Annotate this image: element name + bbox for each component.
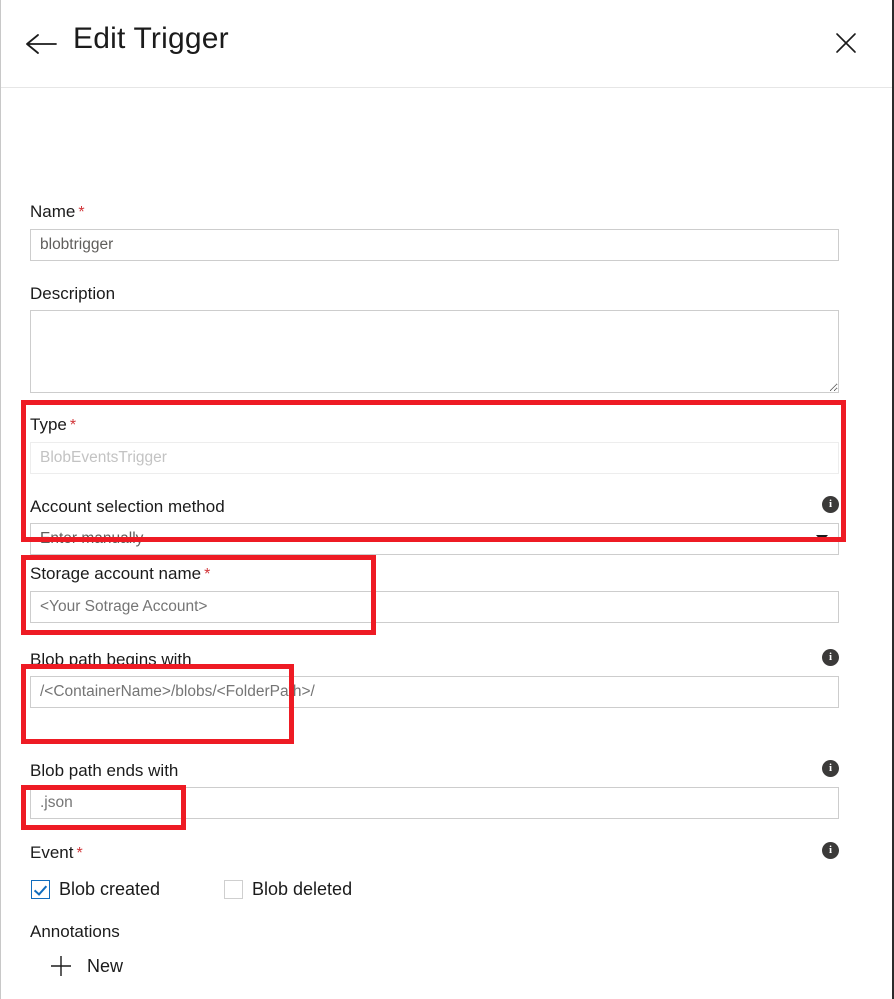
description-textarea[interactable] xyxy=(30,310,839,393)
storage-account-name-input[interactable] xyxy=(30,591,839,623)
account-selection-method-label: Account selection method xyxy=(30,497,225,516)
checkbox-blob-deleted-box[interactable] xyxy=(224,880,243,899)
info-icon[interactable]: i xyxy=(822,496,839,513)
type-input xyxy=(30,442,839,474)
event-label: Event * xyxy=(30,843,83,862)
close-icon[interactable] xyxy=(830,27,862,59)
blob-path-begins-with-input[interactable] xyxy=(30,676,839,708)
event-label-row: Event * i xyxy=(30,842,839,864)
back-arrow-icon[interactable] xyxy=(23,26,59,62)
field-storage-account-name: Storage account name * xyxy=(30,563,839,623)
info-icon[interactable]: i xyxy=(822,649,839,666)
account-selection-method-label-row: Account selection method i xyxy=(30,496,839,518)
blob-path-ends-with-input[interactable] xyxy=(30,787,839,819)
panel-header: Edit Trigger xyxy=(1,0,892,88)
checkbox-blob-created[interactable]: Blob created xyxy=(31,879,160,900)
field-type: Type * xyxy=(30,414,839,474)
info-icon[interactable]: i xyxy=(822,842,839,859)
annotations-label: Annotations xyxy=(30,922,120,941)
required-asterisk: * xyxy=(78,204,85,221)
field-account-selection-method: Account selection method i xyxy=(30,496,839,555)
name-label: Name * xyxy=(30,202,85,221)
blob-path-begins-with-label-row: Blob path begins with i xyxy=(30,649,839,671)
plus-icon xyxy=(51,956,71,976)
checkbox-blob-deleted-label: Blob deleted xyxy=(252,879,353,899)
edit-trigger-panel: Edit Trigger Name* Description Type* Acc… xyxy=(0,0,894,999)
add-annotation-label: New xyxy=(87,955,124,976)
field-name: Name * xyxy=(30,201,839,261)
checkbox-blob-created-box[interactable] xyxy=(31,880,50,899)
storage-account-name-label: Storage account name * xyxy=(30,564,211,583)
field-blob-path-ends-with: Blob path ends with i xyxy=(30,760,839,819)
add-annotation-button[interactable]: New xyxy=(49,954,123,978)
checkbox-blob-created-label: Blob created xyxy=(59,879,161,899)
account-selection-method-value[interactable] xyxy=(30,523,839,555)
required-asterisk: * xyxy=(69,417,77,434)
info-icon[interactable]: i xyxy=(822,760,839,777)
name-input[interactable] xyxy=(30,229,839,261)
field-annotations: Annotations xyxy=(30,921,839,948)
field-description: Description xyxy=(30,283,839,393)
page-title: Edit Trigger xyxy=(73,22,229,55)
blob-path-ends-with-label: Blob path ends with xyxy=(30,761,179,780)
required-asterisk: * xyxy=(76,845,83,862)
required-asterisk: * xyxy=(204,566,211,583)
field-event: Event * i xyxy=(30,842,839,869)
blob-path-begins-with-label: Blob path begins with xyxy=(30,650,192,669)
blob-path-ends-with-label-row: Blob path ends with i xyxy=(30,760,839,782)
field-blob-path-begins-with: Blob path begins with i xyxy=(30,649,839,708)
description-label: Description xyxy=(30,284,116,303)
checkbox-blob-deleted[interactable]: Blob deleted xyxy=(224,879,352,900)
account-selection-method-dropdown[interactable] xyxy=(30,523,839,555)
type-label: Type * xyxy=(30,415,77,434)
